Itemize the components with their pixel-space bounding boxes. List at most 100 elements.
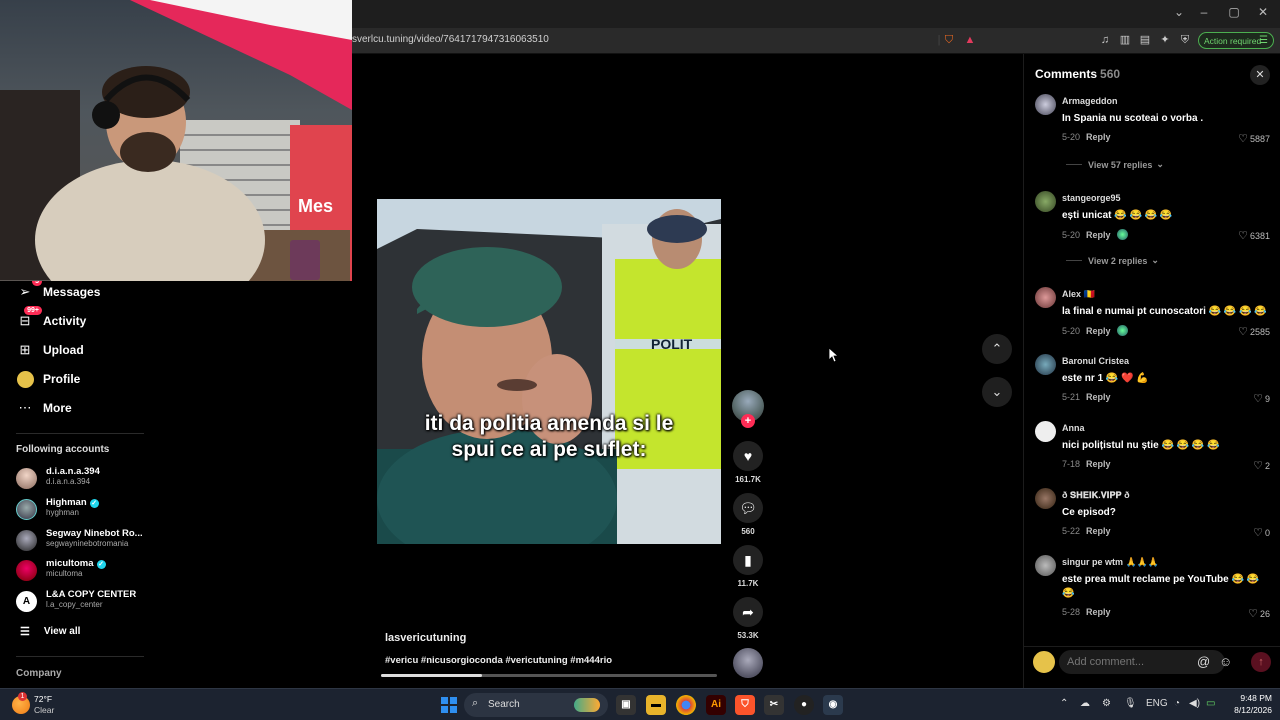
next-video-button[interactable]: ⌄ — [982, 377, 1012, 407]
like-action[interactable]: ♥ 161.7K — [733, 441, 763, 484]
comment-like[interactable]: ♡ 5887 — [1238, 132, 1270, 145]
comment-action[interactable]: 💬︎ 560 — [733, 493, 763, 536]
reply-button[interactable]: Reply — [1086, 326, 1111, 336]
heart-outline-icon: ♡ — [1238, 230, 1248, 242]
avatar[interactable] — [1035, 287, 1056, 308]
view-all-link[interactable]: ☰ View all — [20, 625, 80, 638]
app-icon[interactable]: ◉ — [823, 695, 843, 715]
task-view-icon[interactable]: ▣ — [616, 695, 636, 715]
sidebar-icon[interactable]: ▥ — [1118, 33, 1132, 47]
minimize-button[interactable]: – — [1194, 5, 1214, 19]
action-required-button[interactable]: Action required ☰ — [1198, 32, 1274, 49]
avatar[interactable] — [1035, 354, 1056, 375]
comment-username[interactable]: singur pe wtm 🙏🙏🙏 — [1062, 557, 1159, 568]
clock-time[interactable]: 9:48 PM — [1228, 693, 1272, 703]
capcut-icon[interactable]: ✂ — [764, 695, 784, 715]
close-comments-button[interactable]: ✕ — [1250, 65, 1270, 85]
nav-item-label: Messages — [43, 285, 101, 299]
next-video-thumbnail[interactable] — [733, 648, 763, 678]
app-tray-icon[interactable]: ⚙ — [1102, 698, 1111, 709]
follow-plus-icon[interactable]: + — [741, 414, 755, 428]
avatar[interactable] — [1035, 191, 1056, 212]
reply-button[interactable]: Reply — [1086, 132, 1111, 142]
nav-item-more[interactable]: ⋯ More — [16, 397, 72, 419]
following-account[interactable]: Highman ✓ hyghman — [16, 497, 156, 523]
taskbar-search[interactable]: ⌕ Search — [464, 693, 608, 717]
chrome-icon[interactable] — [676, 695, 696, 715]
language-indicator[interactable]: ENG — [1146, 698, 1168, 709]
comment-username[interactable]: Armageddon — [1062, 96, 1118, 106]
obs-icon[interactable]: ● — [794, 695, 814, 715]
comment-username[interactable]: Alex 🇷🇴 — [1062, 289, 1095, 300]
avatar[interactable] — [1035, 94, 1056, 115]
battery-icon[interactable]: ▭ — [1206, 698, 1215, 709]
following-account[interactable]: d.i.a.n.a.394 d.i.a.n.a.394 — [16, 466, 156, 492]
network-cloud-icon[interactable]: ☁ — [1080, 698, 1090, 709]
comment-like[interactable]: ♡ 2585 — [1238, 325, 1270, 338]
reply-button[interactable]: Reply — [1086, 459, 1111, 469]
illustrator-icon[interactable]: Ai — [706, 695, 726, 715]
comment-like[interactable]: ♡ 6381 — [1238, 229, 1270, 242]
url-field[interactable]: sverlcu.tuning/video/7641717947316063510 — [352, 34, 549, 45]
weather-temperature[interactable]: 72°F — [34, 694, 52, 704]
file-explorer-icon[interactable]: ▬ — [646, 695, 666, 715]
notification-badge: 1 — [18, 692, 27, 701]
account-name: d.i.a.n.a.394 — [46, 466, 100, 477]
following-account[interactable]: micultoma ✓ micultoma — [16, 558, 156, 584]
avatar[interactable] — [1035, 488, 1056, 509]
wifi-icon[interactable]: ◔ — [1174, 698, 1180, 709]
comment-username[interactable]: Baronul Cristea — [1062, 356, 1129, 366]
comment-like-count: 9 — [1264, 394, 1270, 404]
video-progress-bar[interactable] — [381, 674, 717, 677]
comment-like[interactable]: ♡ 26 — [1248, 607, 1270, 620]
rewards-triangle-icon[interactable]: ▲ — [963, 33, 977, 47]
following-account[interactable]: A L&A COPY CENTER l.a_copy_center — [16, 589, 156, 615]
close-window-button[interactable]: ✕ — [1253, 5, 1273, 19]
reply-button[interactable]: Reply — [1086, 526, 1111, 536]
media-icon[interactable]: ♫ — [1098, 33, 1112, 47]
avatar[interactable] — [1035, 421, 1056, 442]
share-action[interactable]: ➦ 53.3K — [733, 597, 763, 640]
vpn-icon[interactable]: ⛨ — [1178, 33, 1192, 47]
nav-item-profile[interactable]: Profile — [16, 368, 80, 390]
comment-like[interactable]: ♡ 2 — [1253, 459, 1270, 472]
nav-item-messages[interactable]: ➢ 3 Messages — [16, 277, 101, 303]
avatar[interactable] — [1035, 555, 1056, 576]
comment-username[interactable]: ð 𝐒𝐇𝐄𝐈𝐊.𝐕𝐈𝐏𝐏 ð — [1062, 490, 1130, 501]
video-author[interactable]: lasvericutuning — [385, 632, 466, 644]
company-heading[interactable]: Company — [16, 668, 62, 679]
reply-button[interactable]: Reply — [1086, 392, 1111, 402]
extensions-icon[interactable]: ▤ — [1138, 33, 1152, 47]
emoji-icon[interactable]: ☺ — [1219, 654, 1232, 669]
mouse-cursor-icon — [829, 348, 839, 363]
video-player[interactable]: POLIT iti da politia amenda si le spui c… — [377, 199, 721, 544]
nav-item-activity[interactable]: ⊟ 99+ Activity — [16, 306, 86, 332]
chevron-up-icon[interactable]: ⌃ — [1060, 698, 1068, 709]
nav-item-upload[interactable]: ⊞ Upload — [16, 339, 84, 361]
save-count: 11.7K — [737, 579, 759, 588]
view-replies-button[interactable]: View 2 replies ⌄ — [1066, 255, 1159, 266]
brave-shield-icon[interactable]: ⛉ — [942, 33, 956, 47]
following-account[interactable]: Segway Ninebot Ro... segwayninebotromani… — [16, 528, 156, 554]
chevron-down-icon[interactable]: ⌄ — [1169, 5, 1189, 19]
view-replies-button[interactable]: View 57 replies ⌄ — [1066, 159, 1164, 170]
comment-like[interactable]: ♡ 9 — [1253, 392, 1270, 405]
post-comment-button[interactable]: ↑ — [1251, 652, 1271, 672]
maximize-button[interactable]: ▢ — [1224, 5, 1244, 19]
comment-username[interactable]: Anna — [1062, 423, 1085, 433]
comment-like[interactable]: ♡ 0 — [1253, 526, 1270, 539]
windows-start-icon[interactable] — [441, 697, 457, 713]
save-action[interactable]: ▮ 11.7K — [733, 545, 763, 588]
reply-button[interactable]: Reply — [1086, 230, 1111, 240]
clock-date[interactable]: 8/12/2026 — [1222, 705, 1272, 715]
video-hashtags[interactable]: #vericu #nicusorgioconda #vericutuning #… — [385, 655, 612, 666]
comment-username[interactable]: stangeorge95 — [1062, 193, 1121, 203]
leo-icon[interactable]: ✦ — [1158, 33, 1172, 47]
volume-icon[interactable]: ◀) — [1189, 698, 1200, 709]
brave-browser-icon[interactable]: ⛉ — [735, 695, 755, 715]
reply-button[interactable]: Reply — [1086, 607, 1111, 617]
microphone-icon[interactable]: 🎙︎ — [1124, 698, 1137, 709]
previous-video-button[interactable]: ⌃ — [982, 334, 1012, 364]
avatar — [16, 499, 37, 520]
mention-icon[interactable]: @ — [1197, 654, 1210, 669]
